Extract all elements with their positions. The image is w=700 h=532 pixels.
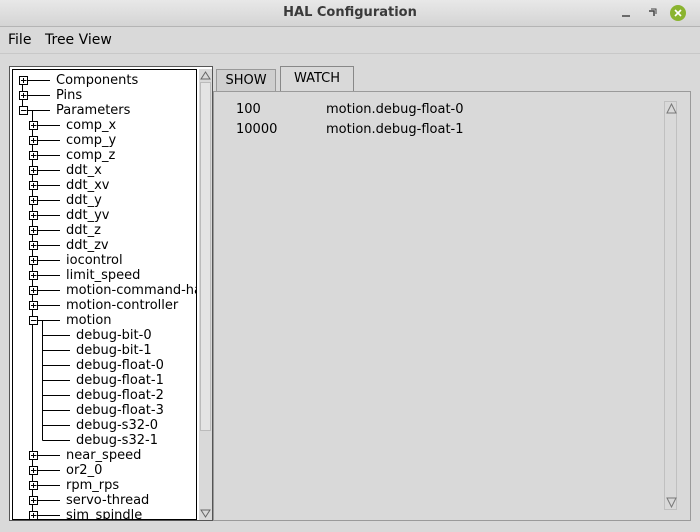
tree-item[interactable]: debug-s32-0 — [76, 418, 158, 433]
tree-item[interactable]: motion — [66, 313, 112, 328]
tree-item[interactable]: Pins — [56, 88, 82, 103]
menu-tree-view[interactable]: Tree View — [45, 32, 112, 48]
tree-item[interactable]: rpm_rps — [66, 478, 119, 493]
tree-item[interactable]: sim_spindle — [66, 508, 142, 519]
tree-item[interactable]: comp_z — [66, 148, 115, 163]
minus-box-icon[interactable] — [19, 106, 28, 115]
plus-box-icon[interactable] — [29, 286, 38, 295]
plus-box-icon[interactable] — [29, 211, 38, 220]
tree-view[interactable]: Components Pins Parameters comp_x comp_y comp… — [12, 69, 197, 520]
plus-box-icon[interactable] — [29, 301, 38, 310]
watch-panel: 100 motion.debug-float-0 10000 motion.debug… — [213, 91, 691, 521]
tree-item[interactable]: motion-controller — [66, 298, 178, 313]
plus-box-icon[interactable] — [29, 226, 38, 235]
maximize-icon[interactable] — [643, 4, 661, 22]
tree-item[interactable]: limit_speed — [66, 268, 140, 283]
plus-box-icon[interactable] — [29, 481, 38, 490]
menu-bar: File Tree View — [0, 27, 700, 54]
minimize-icon[interactable] — [617, 4, 635, 22]
tree-item[interactable]: ddt_xv — [66, 178, 110, 193]
tree-item[interactable]: debug-s32-1 — [76, 433, 158, 448]
plus-box-icon[interactable] — [29, 196, 38, 205]
tree-scrollbar[interactable] — [199, 69, 212, 520]
plus-box-icon[interactable] — [29, 466, 38, 475]
tree-item[interactable]: debug-bit-1 — [76, 343, 152, 358]
scroll-up-icon[interactable] — [199, 69, 212, 82]
tree-item[interactable]: debug-float-3 — [76, 403, 164, 418]
tree-item[interactable]: Components — [56, 73, 138, 88]
watch-signal-name: motion.debug-float-0 — [326, 102, 464, 117]
tree-panel: Components Pins Parameters comp_x comp_y comp… — [9, 66, 213, 521]
minus-box-icon[interactable] — [29, 316, 38, 325]
watch-value: 10000 — [236, 122, 278, 137]
tree-item[interactable]: ddt_yv — [66, 208, 110, 223]
tree-item[interactable]: near_speed — [66, 448, 141, 463]
plus-box-icon[interactable] — [29, 256, 38, 265]
tree-item[interactable]: iocontrol — [66, 253, 123, 268]
tab-watch[interactable]: WATCH — [280, 66, 354, 92]
plus-box-icon[interactable] — [29, 181, 38, 190]
window-title: HAL Configuration — [283, 5, 417, 20]
tree-item[interactable]: debug-float-0 — [76, 358, 164, 373]
scroll-down-icon[interactable] — [665, 496, 678, 509]
scroll-down-icon[interactable] — [199, 507, 212, 520]
plus-box-icon[interactable] — [29, 166, 38, 175]
title-bar: HAL Configuration — [0, 0, 700, 27]
plus-box-icon[interactable] — [29, 496, 38, 505]
tree-item[interactable]: comp_y — [66, 133, 116, 148]
scroll-up-icon[interactable] — [665, 102, 678, 115]
close-icon — [670, 5, 686, 21]
plus-box-icon[interactable] — [29, 241, 38, 250]
plus-box-icon[interactable] — [29, 451, 38, 460]
plus-box-icon[interactable] — [19, 91, 28, 100]
tree-item[interactable]: ddt_zv — [66, 238, 109, 253]
close-button[interactable] — [669, 4, 687, 22]
tree-item[interactable]: ddt_y — [66, 193, 102, 208]
plus-box-icon[interactable] — [29, 511, 38, 520]
plus-box-icon[interactable] — [29, 121, 38, 130]
menu-file[interactable]: File — [8, 32, 31, 48]
plus-box-icon[interactable] — [29, 271, 38, 280]
watch-value: 100 — [236, 102, 261, 117]
watch-signal-name: motion.debug-float-1 — [326, 122, 464, 137]
tab-show[interactable]: SHOW — [216, 69, 276, 91]
tree-item[interactable]: debug-bit-0 — [76, 328, 152, 343]
tree-item[interactable]: comp_x — [66, 118, 116, 133]
plus-box-icon[interactable] — [19, 76, 28, 85]
tree-scroll-thumb[interactable] — [200, 82, 211, 431]
tree-item[interactable]: debug-float-2 — [76, 388, 164, 403]
plus-box-icon[interactable] — [29, 136, 38, 145]
tree-item[interactable]: or2_0 — [66, 463, 102, 478]
tree-item[interactable]: motion-command-handler — [66, 283, 196, 298]
tree-item[interactable]: debug-float-1 — [76, 373, 164, 388]
tree-item[interactable]: ddt_z — [66, 223, 101, 238]
tree-item[interactable]: ddt_x — [66, 163, 102, 178]
watch-scrollbar[interactable] — [664, 101, 677, 510]
tree-item[interactable]: servo-thread — [66, 493, 149, 508]
plus-box-icon[interactable] — [29, 151, 38, 160]
tree-item[interactable]: Parameters — [56, 103, 130, 118]
